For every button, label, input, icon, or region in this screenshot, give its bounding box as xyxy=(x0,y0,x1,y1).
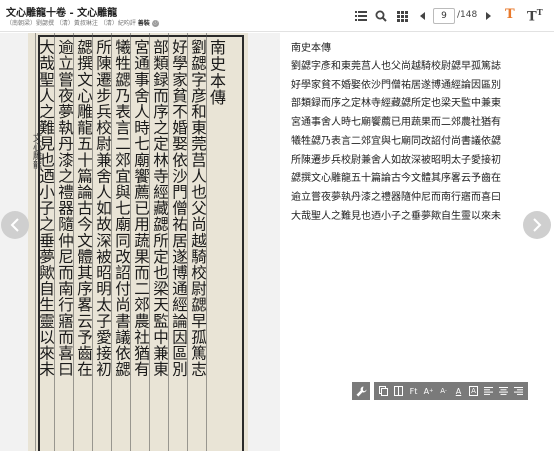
shelf-label[interactable]: 善裝 xyxy=(138,20,150,27)
font-button[interactable]: Ft xyxy=(407,384,420,398)
text-line: 犧牲勰乃表言二郊宜與七廟同改詔付尚書議依勰 xyxy=(291,135,501,147)
chevron-right-icon xyxy=(533,218,542,232)
font-size-down-button[interactable]: A- xyxy=(437,384,450,398)
background-color-label: A xyxy=(469,386,478,396)
book-title: 文心雕龍十卷 - 文心雕龍 xyxy=(6,8,118,19)
wrench-icon[interactable] xyxy=(352,382,370,400)
text-line: 好學家貧不婚娶依沙門僧祐居遂博通經論因區別 xyxy=(291,79,501,91)
scan-column: 部類録而序之定林寺經藏勰所定也梁天監中兼東 xyxy=(151,39,169,378)
scan-column: 大哉聖人之難見也迺小子之垂夢歟自生靈以來未 xyxy=(37,39,55,378)
text-line: 宮通事舍人時七廟饗薦已用蔬果而二郊農社猶有 xyxy=(291,117,501,129)
info-icon[interactable]: ⓘ xyxy=(151,20,159,27)
traditional-mode-button[interactable]: TT xyxy=(527,7,543,24)
scan-column: 宮通事舍人時七廟饗薦已用蔬果而二郊農社猶有 xyxy=(132,39,150,378)
text-line: 大哉聖人之難見也迺小子之垂夢歟自生靈以來未 xyxy=(291,210,501,222)
grid-icon[interactable] xyxy=(395,9,409,23)
top-toolbar: 文心雕龍十卷 - 文心雕龍 （南朝梁）劉勰撰 （清）黃叔琳注 （清）紀昀評 善裝… xyxy=(0,0,554,32)
traditional-mode-label: T xyxy=(527,9,537,25)
align-center-icon[interactable] xyxy=(497,384,510,398)
prev-page-button[interactable] xyxy=(1,211,29,239)
text-line: 勰撰文心雕龍五十篇論古今文體其序畧云予齒在 xyxy=(291,173,501,185)
text-line: 逾立嘗夜夢執丹漆之禮器隨仲尼而南行寤而喜曰 xyxy=(291,191,501,203)
page-total: /148 xyxy=(457,10,478,20)
scan-heading: 南史本傳 xyxy=(207,39,226,106)
text-color-button[interactable]: A xyxy=(452,384,465,398)
font-size-up-button[interactable]: A + xyxy=(422,384,435,398)
scan-column: 所陳遷步兵校尉兼舍人如故深被昭明太子愛接初 xyxy=(94,39,112,378)
scan-column: 犧牲勰乃表言二郊宜與七廟同改詔付尚書議依勰 xyxy=(113,39,131,378)
scan-column: 好學家貧不婚娶依沙門僧祐居遂博通經論因區別 xyxy=(170,39,188,378)
text-panel: 南史本傳 劉勰字彥和東莞莒人也父尚越騎校尉勰早孤篤誌 好學家貧不婚娶依沙門僧祐居… xyxy=(291,40,521,226)
split-icon[interactable] xyxy=(392,384,405,398)
text-line: 所陳遷步兵校尉兼舍人如故深被昭明太子愛接初 xyxy=(291,154,501,166)
scanned-page-image: 文心雕龍 南史本傳 劉勰字彦和東莞莒人也父尚越騎校尉勰早孤篤志 好學家貧不婚娶依沙門… xyxy=(28,33,248,451)
author-line: （南朝梁）劉勰撰 （清）黃叔琳注 （清）紀昀評 xyxy=(6,20,136,27)
scan-column: 勰撰文心雕龍五十篇論古今文體其序畧云予齒在 xyxy=(75,39,93,378)
traditional-mode-sub: T xyxy=(536,7,543,17)
background-color-button[interactable]: A xyxy=(467,384,480,398)
next-page-button[interactable] xyxy=(523,211,551,239)
column-rule xyxy=(34,33,36,451)
next-page-icon[interactable] xyxy=(482,9,496,23)
format-toolbar: Ft A + A- A A xyxy=(352,382,550,400)
text-mode-button[interactable]: T xyxy=(505,7,515,22)
page-number-input[interactable] xyxy=(433,8,455,24)
format-buttons: Ft A + A- A A xyxy=(374,382,528,400)
text-line: 劉勰字彥和東莞莒人也父尚越騎校尉勰早孤篤誌 xyxy=(291,61,501,72)
chevron-left-icon xyxy=(10,218,19,232)
prev-page-icon[interactable] xyxy=(416,9,430,23)
book-meta: （南朝梁）劉勰撰 （清）黃叔琳注 （清）紀昀評 善裝 ⓘ xyxy=(6,18,159,27)
align-right-icon[interactable] xyxy=(512,384,525,398)
scan-column: 劉勰字彦和東莞莒人也父尚越騎校尉勰早孤篤志 xyxy=(189,39,207,378)
copy-icon[interactable] xyxy=(377,384,390,398)
search-icon[interactable] xyxy=(374,9,388,23)
scan-viewer: 文心雕龍 南史本傳 劉勰字彦和東莞莒人也父尚越騎校尉勰早孤篤志 好學家貧不婚娶依沙門… xyxy=(0,33,280,451)
align-left-icon[interactable] xyxy=(482,384,495,398)
text-lines: 劉勰字彥和東莞莒人也父尚越騎校尉勰早孤篤誌 好學家貧不婚娶依沙門僧祐居遂博通經論… xyxy=(291,58,521,226)
text-title: 南史本傳 xyxy=(291,43,331,54)
scan-column: 逾立嘗夜夢執丹漆之禮器隨仲尼而南行寤而喜曰 xyxy=(56,39,74,378)
list-icon[interactable] xyxy=(354,9,368,23)
text-line: 部類録而序之定林寺經藏勰所定也梁天監中兼東 xyxy=(291,98,501,110)
